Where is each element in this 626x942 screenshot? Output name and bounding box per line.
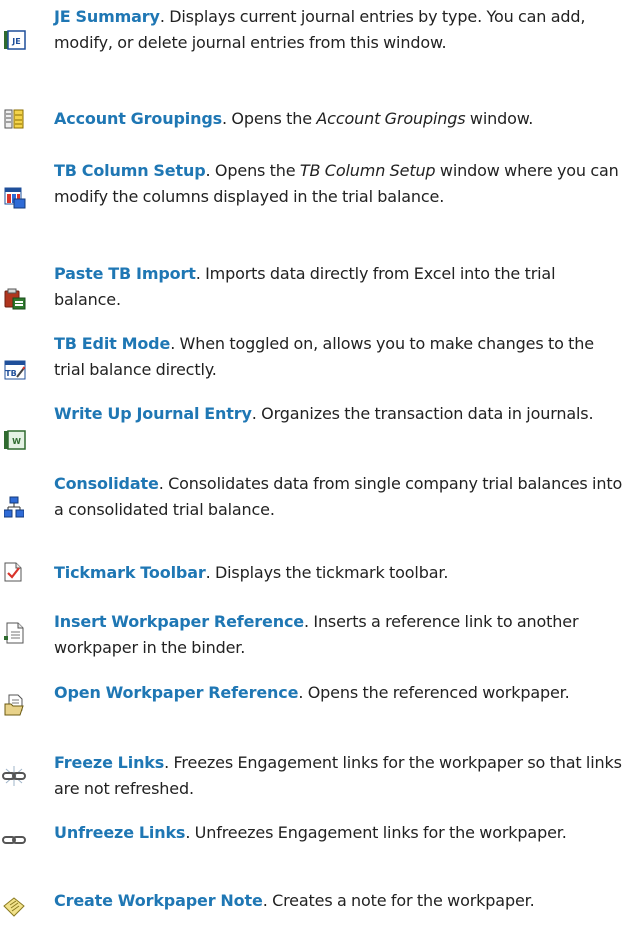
list-item-text: Account Groupings. Opens the Account Gro…: [54, 106, 624, 132]
toolbar-reference-list: JE JE Summary. Displays current journal …: [0, 0, 626, 942]
list-item-text: Consolidate. Consolidates data from sing…: [54, 471, 624, 523]
term-link[interactable]: Freeze Links: [54, 753, 164, 772]
tickmark-icon: [4, 562, 30, 588]
term-link[interactable]: Create Workpaper Note: [54, 891, 263, 910]
tb-column-setup-icon: [4, 187, 30, 213]
term-link[interactable]: Unfreeze Links: [54, 823, 185, 842]
tb-edit-mode-icon: TB: [4, 360, 30, 386]
description: . Opens the: [222, 109, 317, 128]
term-link[interactable]: Open Workpaper Reference: [54, 683, 298, 702]
term-link[interactable]: Account Groupings: [54, 109, 222, 128]
list-item-text: JE Summary. Displays current journal ent…: [54, 4, 624, 56]
freeze-links-icon: [2, 765, 28, 791]
description: . Organizes the transaction data in jour…: [251, 404, 594, 423]
paste-import-icon: [4, 288, 30, 314]
list-item-text: Write Up Journal Entry. Organizes the tr…: [54, 401, 624, 427]
workpaper-note-icon: [2, 896, 28, 922]
description: window.: [465, 109, 534, 128]
list-item-text: Open Workpaper Reference. Opens the refe…: [54, 680, 624, 706]
open-reference-icon: [4, 694, 30, 720]
term-link[interactable]: Tickmark Toolbar: [54, 563, 206, 582]
term-link[interactable]: TB Edit Mode: [54, 334, 170, 353]
description: . Opens the: [205, 161, 300, 180]
term-link[interactable]: JE Summary: [54, 7, 160, 26]
svg-text:TB: TB: [5, 369, 17, 378]
term-link[interactable]: Insert Workpaper Reference: [54, 612, 304, 631]
term-link[interactable]: Consolidate: [54, 474, 159, 493]
list-item-text: Freeze Links. Freezes Engagement links f…: [54, 750, 624, 802]
list-item-text: Insert Workpaper Reference. Inserts a re…: [54, 609, 624, 661]
window-name: Account Groupings: [316, 109, 466, 128]
list-item-text: Paste TB Import. Imports data directly f…: [54, 261, 624, 313]
account-groupings-icon: [4, 109, 30, 135]
list-item-text: TB Edit Mode. When toggled on, allows yo…: [54, 331, 624, 383]
term-link[interactable]: Paste TB Import: [54, 264, 196, 283]
list-item-text: Create Workpaper Note. Creates a note fo…: [54, 888, 624, 914]
description: . Unfreezes Engagement links for the wor…: [185, 823, 567, 842]
svg-text:JE: JE: [11, 37, 20, 46]
description: . Opens the referenced workpaper.: [298, 683, 570, 702]
list-item-text: TB Column Setup. Opens the TB Column Set…: [54, 158, 624, 210]
description: . Displays the tickmark toolbar.: [205, 563, 449, 582]
list-item-text: Tickmark Toolbar. Displays the tickmark …: [54, 560, 624, 586]
list-item-text: Unfreeze Links. Unfreezes Engagement lin…: [54, 820, 624, 846]
description: . Creates a note for the workpaper.: [262, 891, 535, 910]
svg-text:W: W: [12, 437, 21, 446]
insert-reference-icon: [4, 622, 30, 648]
window-name: TB Column Setup: [299, 161, 436, 180]
term-link[interactable]: Write Up Journal Entry: [54, 404, 252, 423]
write-up-journal-icon: W: [4, 430, 30, 456]
unfreeze-links-icon: [2, 834, 28, 860]
journal-entry-summary-icon: JE: [4, 30, 30, 56]
term-link[interactable]: TB Column Setup: [54, 161, 206, 180]
consolidate-icon: [4, 496, 30, 522]
